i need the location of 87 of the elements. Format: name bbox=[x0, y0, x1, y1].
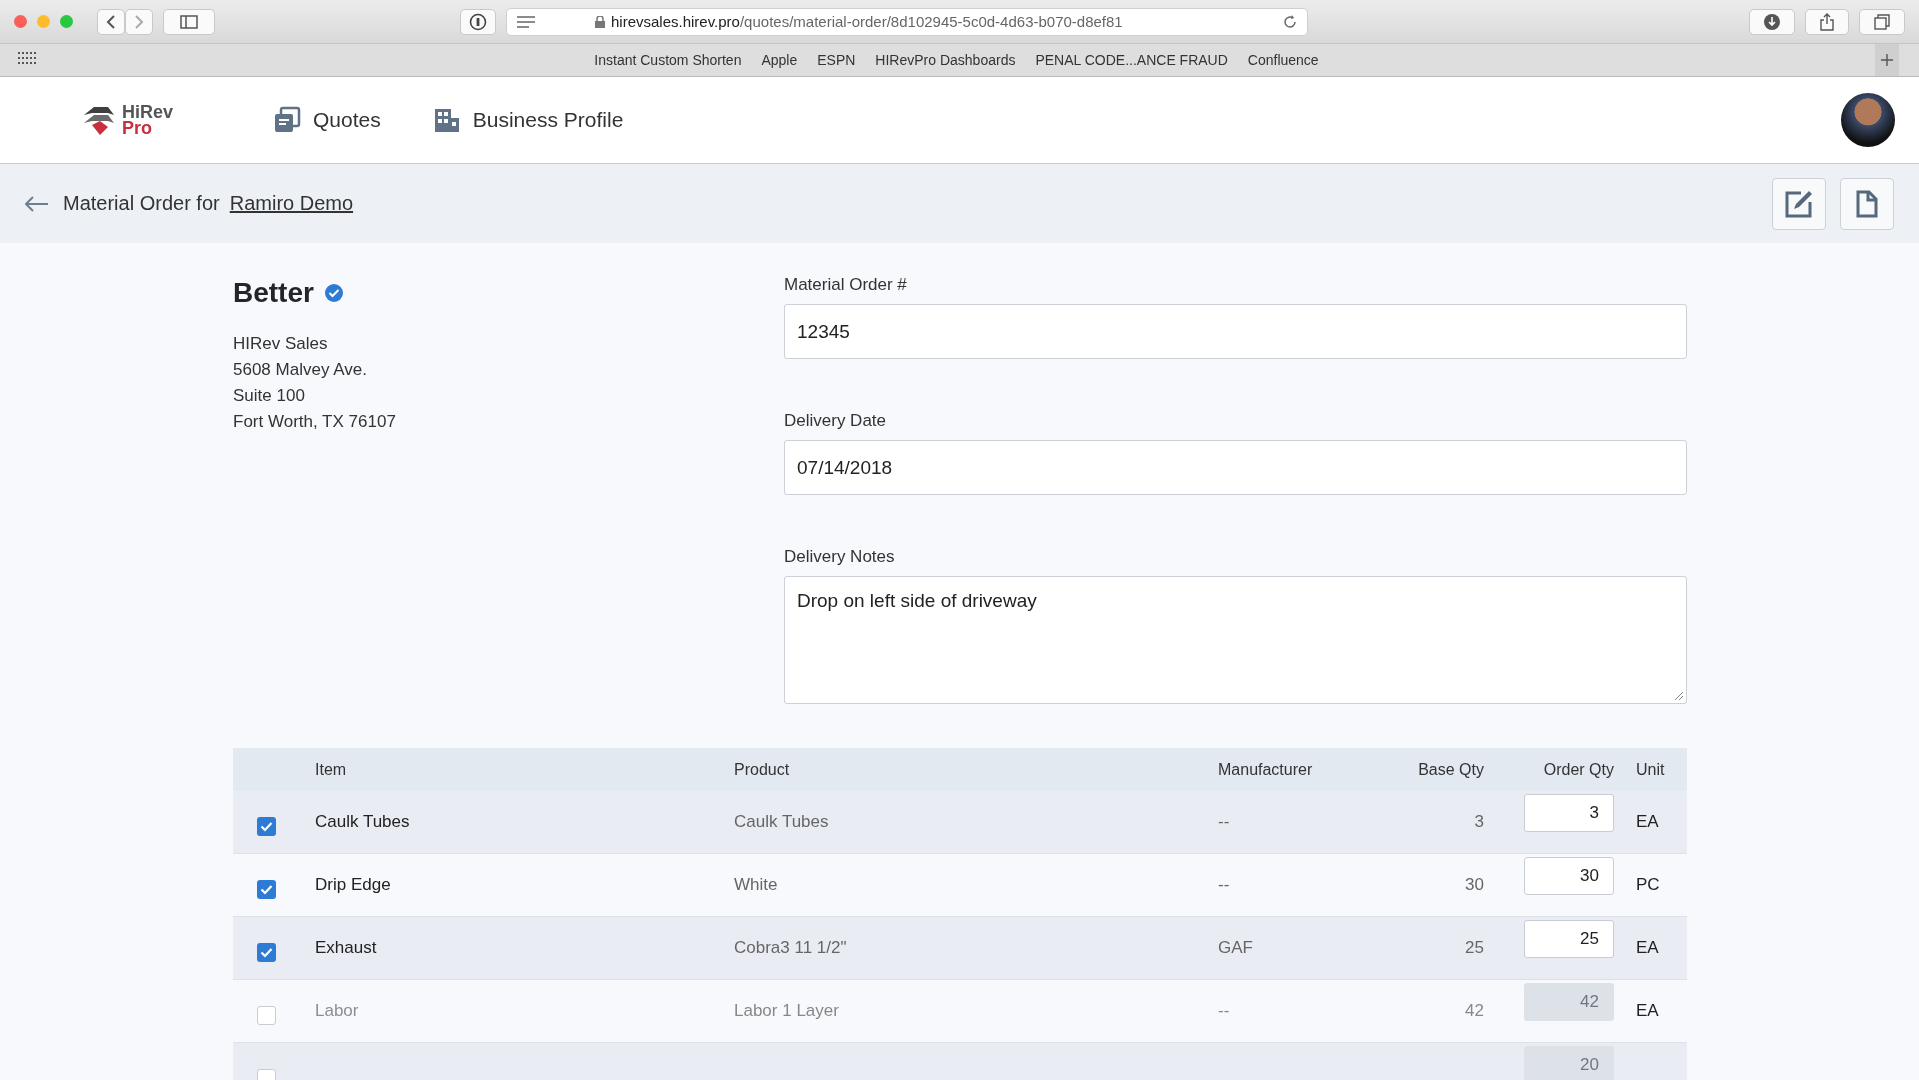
plus-icon bbox=[1881, 54, 1893, 66]
table-cell: Caulk Tubes bbox=[734, 812, 829, 831]
avatar[interactable] bbox=[1841, 93, 1895, 147]
notes-field[interactable]: Drop on left side of driveway bbox=[784, 576, 1687, 704]
logo[interactable]: HiRev Pro bbox=[80, 101, 174, 139]
table-cell: EA bbox=[1636, 938, 1659, 957]
bookmark-link[interactable]: Confluence bbox=[1247, 52, 1319, 68]
field-label: Delivery Date bbox=[784, 411, 888, 431]
address-bar[interactable]: hirevsales.hirev.pro/quotes/material-order/8d102945-5c0d-4d63-b070-d8ef81 bbox=[506, 7, 1308, 36]
lock-icon bbox=[595, 15, 605, 28]
password-button[interactable] bbox=[460, 8, 496, 35]
share-button[interactable] bbox=[1805, 8, 1849, 35]
field-label: Delivery Notes bbox=[784, 547, 896, 567]
back-icon bbox=[106, 14, 116, 29]
checkbox[interactable] bbox=[257, 1005, 276, 1025]
resize-grip-icon bbox=[1675, 692, 1683, 700]
building-icon bbox=[432, 106, 461, 134]
quote-title: Better bbox=[233, 277, 314, 309]
back-arrow-icon[interactable] bbox=[25, 195, 49, 212]
bookmark-link[interactable]: PENAL CODE...ANCE FRAUD bbox=[1035, 52, 1228, 68]
item-name: Exhaust bbox=[315, 938, 377, 957]
forward-icon bbox=[134, 14, 144, 29]
table-cell: 3 bbox=[1474, 812, 1484, 831]
table-cell: EA bbox=[1636, 812, 1659, 831]
column-header: Product bbox=[734, 760, 790, 778]
tabs-icon bbox=[1874, 13, 1890, 30]
bookmark-link[interactable]: Apple bbox=[761, 52, 798, 68]
edit-button[interactable] bbox=[1772, 177, 1826, 230]
table-cell: White bbox=[734, 875, 778, 894]
table-cell: EA bbox=[1636, 1001, 1659, 1020]
table-cell: PC bbox=[1636, 875, 1660, 894]
column-header: Item bbox=[315, 760, 347, 778]
new-tab-button[interactable] bbox=[1875, 44, 1899, 76]
document-icon bbox=[1856, 189, 1878, 218]
column-header: Base Qty bbox=[1418, 760, 1484, 778]
password-icon bbox=[469, 12, 487, 31]
item-name: Drip Edge bbox=[315, 875, 391, 894]
address-line: 5608 Malvey Ave. bbox=[233, 359, 368, 381]
checkbox[interactable] bbox=[257, 942, 276, 962]
table-cell: -- bbox=[1218, 1001, 1230, 1020]
quantity-field[interactable]: 30 bbox=[1524, 857, 1614, 895]
item-name: Caulk Tubes bbox=[315, 812, 410, 831]
reader-icon bbox=[517, 15, 535, 28]
address-line: HIRev Sales bbox=[233, 333, 329, 355]
quantity-field[interactable]: 3 bbox=[1524, 794, 1614, 832]
table-cell: -- bbox=[1218, 812, 1230, 831]
downloads-button[interactable] bbox=[1749, 8, 1795, 35]
table-cell: GAF bbox=[1218, 938, 1253, 957]
edit-icon bbox=[1785, 189, 1813, 218]
order-number-field[interactable]: 12345 bbox=[784, 304, 1687, 359]
date-field[interactable]: 07/14/2018 bbox=[784, 440, 1687, 495]
url-text: hirevsales.hirev.pro/quotes/material-order/8d102945-5c0d-4d63-b070-d8ef81 bbox=[611, 13, 1123, 30]
table-cell: 30 bbox=[1465, 875, 1484, 894]
column-header: Unit bbox=[1636, 760, 1665, 778]
address-line: Suite 100 bbox=[233, 385, 306, 407]
tabs-button[interactable] bbox=[1859, 8, 1905, 35]
quantity-field[interactable]: 20 bbox=[1524, 1046, 1614, 1080]
table-cell: 42 bbox=[1465, 1001, 1484, 1020]
share-icon bbox=[1820, 12, 1834, 31]
customer-link[interactable]: Ramiro Demo bbox=[229, 192, 354, 215]
apps-grid-icon[interactable] bbox=[18, 51, 38, 66]
bookmark-link[interactable]: Instant Custom Shorten bbox=[594, 52, 742, 68]
column-header: Manufacturer bbox=[1218, 760, 1313, 778]
nav-link[interactable]: Business Profile bbox=[432, 106, 624, 134]
table-cell: Labor 1 Layer bbox=[734, 1001, 839, 1020]
address-line: Fort Worth, TX 76107 bbox=[233, 411, 397, 433]
field-label: Material Order # bbox=[784, 275, 908, 295]
checkbox[interactable] bbox=[257, 816, 276, 836]
bookmark-link[interactable]: ESPN bbox=[817, 52, 856, 68]
documents-icon bbox=[273, 106, 302, 134]
column-header: Order Qty bbox=[1543, 760, 1614, 778]
back-button[interactable] bbox=[97, 8, 125, 35]
page-title: Material Order for bbox=[63, 192, 220, 215]
sidebar-button[interactable] bbox=[163, 8, 215, 35]
download-icon bbox=[1764, 13, 1780, 30]
table-cell: 25 bbox=[1465, 938, 1484, 957]
nav-link[interactable]: Quotes bbox=[273, 106, 381, 134]
document-button[interactable] bbox=[1840, 177, 1894, 230]
close-window-button[interactable] bbox=[14, 15, 27, 28]
table-cell: -- bbox=[1218, 875, 1230, 894]
sidebar-icon bbox=[180, 14, 198, 29]
reload-icon bbox=[1283, 14, 1297, 29]
checkbox[interactable] bbox=[257, 879, 276, 899]
quantity-field[interactable]: 25 bbox=[1524, 920, 1614, 958]
table-cell: Cobra3 11 1/2" bbox=[734, 938, 847, 957]
item-name: Labor bbox=[315, 1001, 359, 1020]
bookmark-link[interactable]: HIRevPro Dashboards bbox=[875, 52, 1016, 68]
